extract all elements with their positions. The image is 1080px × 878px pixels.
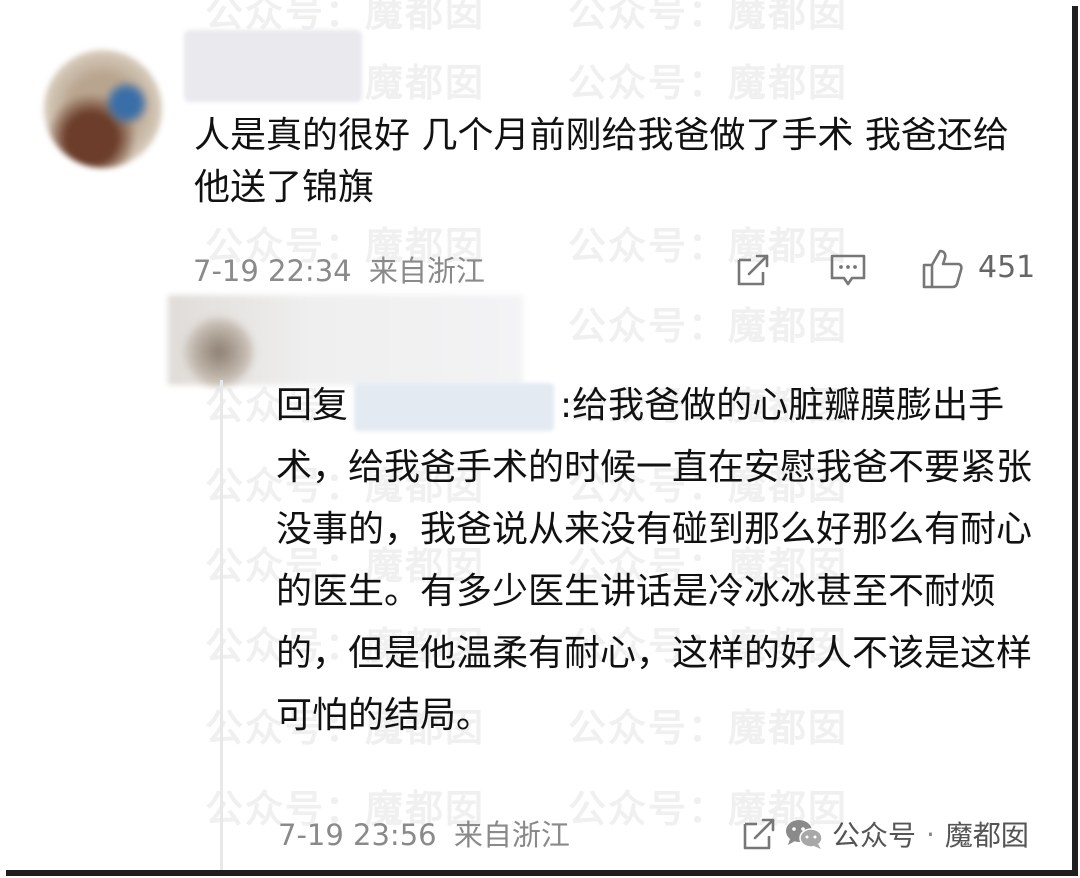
- reply-prefix: 回复: [276, 385, 349, 426]
- comment-meta: 7-19 22:34 来自浙江: [193, 248, 485, 290]
- wechat-icon: [786, 820, 823, 849]
- comment-thread: 人是真的很好 几个月前刚给我爸做了手术 我爸还给他送了锦旗 7-19 22:34…: [0, 0, 1072, 870]
- mentioned-user-redacted[interactable]: [354, 383, 555, 431]
- comment-location: 来自浙江: [368, 254, 485, 288]
- avatar[interactable]: [44, 50, 162, 168]
- reply-location: 来自浙江: [453, 818, 570, 852]
- like-count: 451: [978, 250, 1036, 285]
- reply-time: 7-19 23:56: [278, 818, 437, 852]
- thumbs-up-icon[interactable]: [920, 247, 964, 291]
- comment-icon[interactable]: [828, 250, 868, 290]
- comment-body: 人是真的很好 几个月前刚给我爸做了手术 我爸还给他送了锦旗: [194, 115, 1009, 208]
- screenshot-frame: 公众号：魔都囡 公众号：魔都囡 公众号：魔都囡 公众号：魔都囡 公众号：魔都囡 …: [0, 0, 1072, 870]
- username-redacted[interactable]: [184, 30, 362, 102]
- comment-time: 7-19 22:34: [193, 254, 352, 288]
- separator-dot: ·: [926, 817, 935, 851]
- reply-thread-line: [220, 380, 223, 870]
- reply-body: 回复:给我爸做的心脏瓣膜膨出手术，给我爸手术的时候一直在安慰我爸不要紧张没事的，…: [276, 375, 1036, 747]
- account-label: 公众号: [832, 819, 917, 852]
- reply-content: :给我爸做的心脏瓣膜膨出手术，给我爸手术的时候一直在安慰我爸不要紧张没事的，我爸…: [276, 385, 1033, 736]
- share-icon[interactable]: [739, 814, 779, 854]
- account-name: 魔都囡: [944, 819, 1029, 852]
- reply-avatar[interactable]: [185, 318, 253, 386]
- account-watermark: 公众号 · 魔都囡: [784, 814, 1029, 854]
- share-icon[interactable]: [733, 250, 773, 290]
- reply-meta: 7-19 23:56 来自浙江: [278, 812, 570, 854]
